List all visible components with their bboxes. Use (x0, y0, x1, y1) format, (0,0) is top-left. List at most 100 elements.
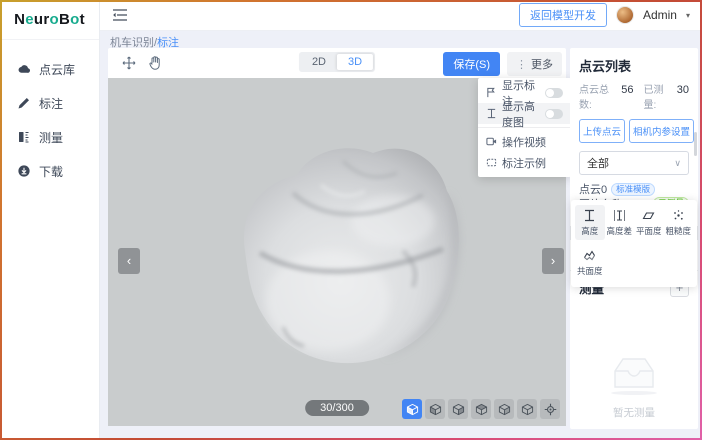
height-diff-icon (613, 209, 626, 222)
view-back-button[interactable] (448, 399, 468, 419)
tool-roughness[interactable]: 粗糙度 (664, 205, 694, 240)
pan-hand-icon[interactable] (147, 55, 163, 71)
cube-icon (521, 403, 534, 416)
move-tool-icon[interactable] (121, 55, 137, 71)
viewer-toolbar: 2D 3D 保存(S) ⋮ 更多 (108, 48, 566, 78)
tool-label: 高度差 (606, 225, 632, 237)
filter-select[interactable]: 全部 ∨ (579, 151, 689, 175)
more-button[interactable]: ⋮ 更多 (507, 52, 562, 76)
save-button[interactable]: 保存(S) (443, 52, 500, 76)
view-iso-button[interactable] (402, 399, 422, 419)
upload-pointcloud-button[interactable]: 上传点云 (579, 119, 625, 143)
ruler-icon (17, 130, 31, 144)
menu-item-label: 显示高度图 (502, 98, 540, 130)
pen-icon (17, 96, 31, 110)
cube-icon (475, 403, 488, 416)
tools-grid: 高度 高度差 平面度 粗糙度 共面度 (575, 205, 693, 280)
sidebar-menu: 点云库 标注 测量 下载 (0, 52, 99, 188)
logo-text: N (14, 11, 25, 28)
filter-value: 全部 (587, 155, 609, 171)
flatness-icon (642, 209, 655, 222)
sidebar-item-pointcloud-library[interactable]: 点云库 (0, 52, 99, 86)
image-pager-badge: 30/300 (305, 400, 369, 416)
more-dropdown-menu: 显示标注 显示高度图 操作视频 标注示例 (478, 78, 571, 177)
menu-item-operation-video[interactable]: 操作视频 (478, 131, 571, 152)
height-icon (486, 108, 497, 119)
measured-label: 已测量: (643, 81, 672, 111)
height-icon (583, 209, 596, 222)
tool-label: 平面度 (636, 225, 662, 237)
logo-text: B (59, 11, 70, 28)
app-window: NeuroBot 点云库 标注 测量 下载 返回模型开发 (0, 0, 702, 440)
sidebar-item-label: 标注 (39, 95, 63, 112)
view-right-button[interactable] (494, 399, 514, 419)
sidebar: NeuroBot 点云库 标注 测量 下载 (0, 0, 100, 440)
show-heightmap-toggle[interactable] (545, 109, 563, 119)
header-right: 返回模型开发 Admin ▾ (519, 3, 690, 27)
view-top-button[interactable] (517, 399, 537, 419)
list-scrollbar[interactable] (694, 132, 697, 156)
flag-icon (486, 87, 497, 98)
next-image-button[interactable]: › (542, 248, 564, 274)
list-item[interactable]: 点云0 标准模版 (579, 182, 689, 197)
sidebar-item-label: 点云库 (39, 61, 75, 78)
empty-text: 暂无测量 (570, 405, 698, 420)
template-badge: 标准模版 (611, 183, 655, 196)
sidebar-item-annotation[interactable]: 标注 (0, 86, 99, 120)
total-value: 56 (621, 84, 633, 96)
viewer-card: 2D 3D 保存(S) ⋮ 更多 (108, 48, 566, 426)
top-header: 返回模型开发 Admin ▾ (100, 0, 702, 31)
view-orientation-bar (402, 399, 560, 419)
tool-height[interactable]: 高度 (575, 205, 605, 240)
panel-stats: 点云总数: 56 已测量: 30 (579, 81, 689, 111)
cube-icon (429, 403, 442, 416)
logo-text: t (80, 11, 85, 28)
more-dots-icon: ⋮ (516, 58, 527, 71)
show-annotation-toggle[interactable] (545, 88, 563, 98)
tool-flatness[interactable]: 平面度 (634, 205, 664, 240)
menu-item-annotation-example[interactable]: 标注示例 (478, 152, 571, 173)
measured-value: 30 (677, 84, 689, 96)
total-label: 点云总数: (579, 81, 617, 111)
menu-fold-icon[interactable] (113, 9, 127, 21)
toggle-2d-button[interactable]: 2D (301, 54, 337, 70)
prev-image-button[interactable]: ‹ (118, 248, 140, 274)
toggle-3d-button[interactable]: 3D (337, 54, 373, 70)
panel-title: 点云列表 (579, 56, 689, 75)
app-logo: NeuroBot (0, 0, 99, 40)
tool-label: 高度 (581, 225, 598, 237)
caret-down-icon[interactable]: ▾ (686, 11, 690, 20)
sidebar-item-label: 测量 (39, 129, 63, 146)
toolbar-actions: 保存(S) ⋮ 更多 (443, 52, 562, 76)
tool-coplanarity[interactable]: 共面度 (575, 245, 605, 280)
menu-item-label: 标注示例 (502, 155, 546, 171)
cloud-icon (17, 62, 31, 76)
back-to-model-dev-button[interactable]: 返回模型开发 (519, 3, 607, 27)
tooth-3d-model[interactable] (225, 133, 467, 367)
user-avatar[interactable] (616, 6, 634, 24)
reset-view-button[interactable] (540, 399, 560, 419)
logo-gear-icon: e (25, 11, 34, 28)
sidebar-item-label: 下载 (39, 163, 63, 180)
view-left-button[interactable] (471, 399, 491, 419)
cube-icon (452, 403, 465, 416)
sidebar-item-download[interactable]: 下载 (0, 154, 99, 188)
tool-height-diff[interactable]: 高度差 (605, 205, 635, 240)
chevron-down-icon: ∨ (674, 158, 681, 169)
logo-gear-icon: o (50, 11, 59, 28)
camera-params-button[interactable]: 相机内参设置 (629, 119, 694, 143)
sidebar-item-measure[interactable]: 测量 (0, 120, 99, 154)
tool-label: 粗糙度 (665, 225, 691, 237)
empty-box-icon (605, 353, 663, 395)
cube-icon (406, 403, 419, 416)
menu-item-show-heightmap[interactable]: 显示高度图 (478, 103, 571, 124)
panel-buttons: 上传点云 相机内参设置 (579, 119, 689, 143)
locate-icon (544, 403, 557, 416)
video-icon (486, 136, 497, 147)
dimension-toggle: 2D 3D (299, 52, 375, 72)
tool-label: 共面度 (577, 265, 603, 277)
username[interactable]: Admin (643, 8, 677, 22)
more-label: 更多 (531, 56, 553, 72)
view-front-button[interactable] (425, 399, 445, 419)
empty-state: 暂无测量 (570, 353, 698, 420)
